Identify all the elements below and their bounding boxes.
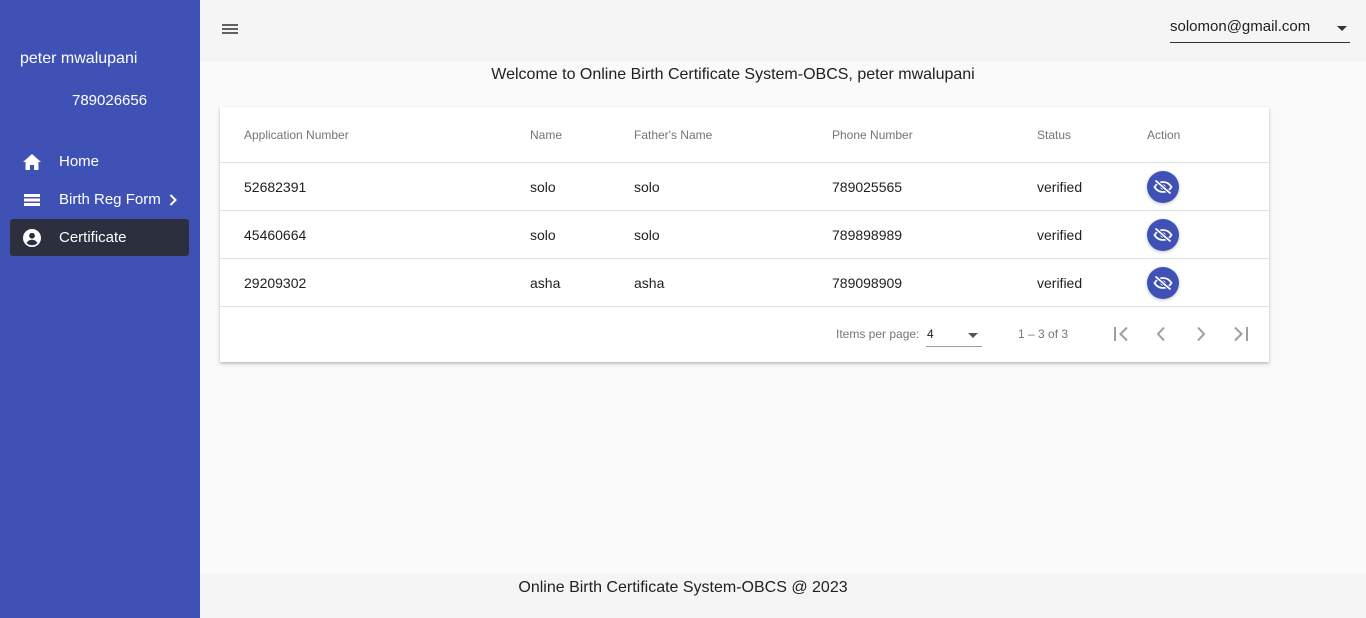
list-icon <box>22 190 42 210</box>
column-header-application-number[interactable]: Application Number <box>244 107 349 162</box>
action-cell <box>1147 259 1179 306</box>
account-email: solomon@gmail.com <box>1170 18 1311 35</box>
application-number-cell: 52682391 <box>244 178 307 195</box>
visibility-off-icon <box>1153 226 1173 243</box>
user-name: peter mwalupani <box>20 50 138 67</box>
status-cell: verified <box>1037 178 1083 195</box>
column-header-name[interactable]: Name <box>530 107 562 162</box>
previous-page-button[interactable] <box>1148 321 1174 347</box>
view-certificate-button[interactable] <box>1147 266 1179 299</box>
sidebar: peter mwalupani 789026656 Home Birth Reg… <box>0 0 200 618</box>
name-cell: solo <box>530 226 556 243</box>
page-range-label: 1 – 3 of 3 <box>1018 327 1069 341</box>
table-row: 52682391 solo solo 789025565 verified <box>220 163 1269 211</box>
menu-icon[interactable] <box>221 19 241 39</box>
application-number-cell: 45460664 <box>244 226 307 243</box>
items-per-page-select[interactable]: 4 <box>926 325 982 347</box>
action-cell <box>1147 163 1179 210</box>
view-certificate-button[interactable] <box>1147 218 1179 251</box>
top-toolbar: solomon@gmail.com <box>200 0 1366 62</box>
dropdown-arrow-icon <box>968 333 978 338</box>
sidebar-item-certificate[interactable]: Certificate <box>10 219 189 256</box>
chevron-right-icon <box>1197 326 1206 342</box>
phone-number-cell: 789025565 <box>832 178 903 195</box>
fathers-name-cell: asha <box>634 274 665 291</box>
account-circle-icon <box>22 228 42 248</box>
first-page-icon <box>1114 326 1128 342</box>
last-page-icon <box>1234 326 1248 342</box>
sidebar-item-birth-reg-form[interactable]: Birth Reg Form <box>10 181 189 218</box>
sidebar-item-label: Certificate <box>59 229 127 246</box>
first-page-button[interactable] <box>1108 321 1134 347</box>
home-icon <box>22 152 42 172</box>
visibility-off-icon <box>1153 274 1173 291</box>
action-cell <box>1147 211 1179 258</box>
sidebar-item-label: Birth Reg Form <box>59 191 161 208</box>
column-header-action: Action <box>1147 127 1181 142</box>
sidebar-item-home[interactable]: Home <box>10 143 189 180</box>
application-number-cell: 29209302 <box>244 274 307 291</box>
phone-number-cell: 789898989 <box>832 226 903 243</box>
column-header-status[interactable]: Status <box>1037 107 1071 162</box>
chevron-left-icon <box>1156 326 1165 342</box>
column-header-phone-number[interactable]: Phone Number <box>832 107 913 162</box>
user-phone: 789026656 <box>72 92 148 109</box>
certificate-table-card: Application Number Name Father's Name Ph… <box>220 107 1269 362</box>
status-cell: verified <box>1037 226 1083 243</box>
account-select[interactable]: solomon@gmail.com <box>1170 17 1350 43</box>
dropdown-arrow-icon <box>1337 26 1347 31</box>
name-cell: asha <box>530 274 561 291</box>
table-row: 29209302 asha asha 789098909 verified <box>220 259 1269 307</box>
table-header-row: Application Number Name Father's Name Ph… <box>220 107 1269 163</box>
phone-number-cell: 789098909 <box>832 274 903 291</box>
footer: Online Birth Certificate System-OBCS @ 2… <box>200 574 1366 618</box>
fathers-name-cell: solo <box>634 178 660 195</box>
paginator: Items per page: 4 1 – 3 of 3 <box>220 307 1269 362</box>
next-page-button[interactable] <box>1188 321 1214 347</box>
status-cell: verified <box>1037 274 1083 291</box>
items-per-page-value: 4 <box>927 327 934 341</box>
welcome-message: Welcome to Online Birth Certificate Syst… <box>491 66 975 83</box>
table-row: 45460664 solo solo 789898989 verified <box>220 211 1269 259</box>
view-certificate-button[interactable] <box>1147 170 1179 203</box>
last-page-button[interactable] <box>1228 321 1254 347</box>
fathers-name-cell: solo <box>634 226 660 243</box>
sidebar-item-label: Home <box>59 153 100 170</box>
footer-text: Online Birth Certificate System-OBCS @ 2… <box>518 579 848 596</box>
visibility-off-icon <box>1153 178 1173 195</box>
chevron-right-icon <box>169 193 177 206</box>
items-per-page-label: Items per page: <box>836 327 920 341</box>
sidebar-nav: Home Birth Reg Form Certificate <box>10 143 189 257</box>
column-header-fathers-name[interactable]: Father's Name <box>634 107 712 162</box>
name-cell: solo <box>530 178 556 195</box>
